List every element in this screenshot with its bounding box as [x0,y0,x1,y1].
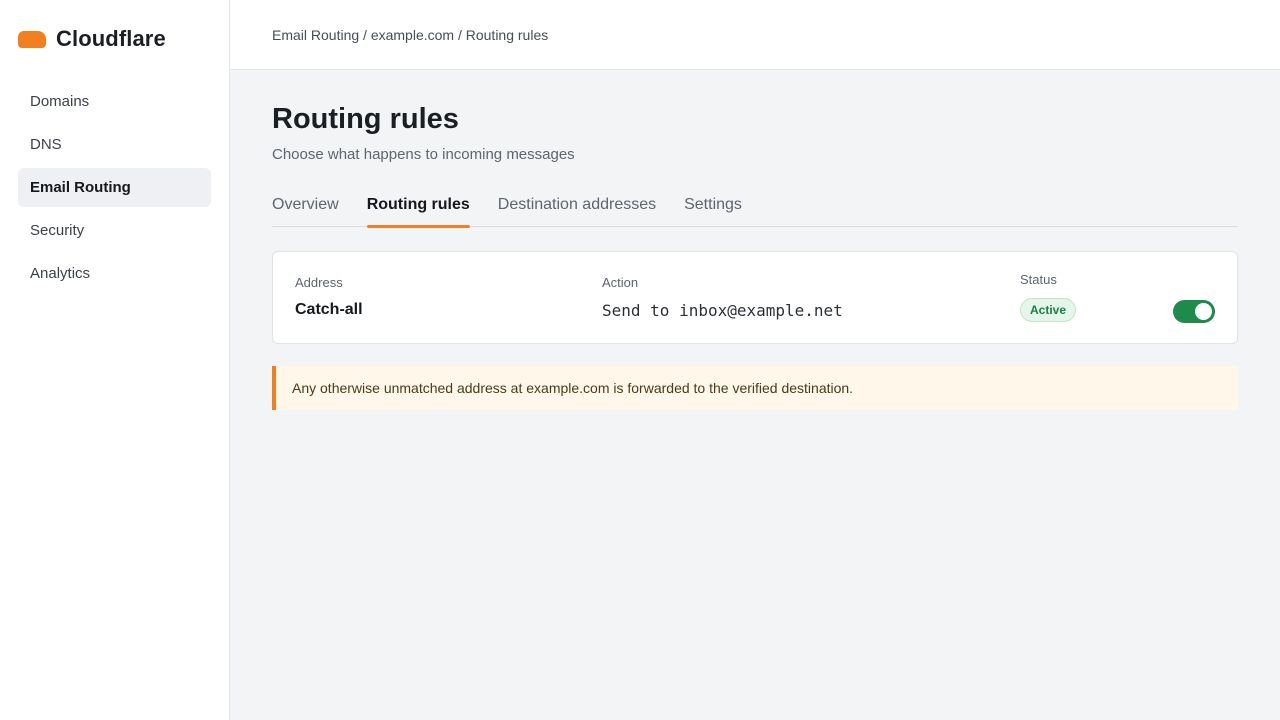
toggle-knob [1195,303,1212,320]
sidebar-item-security[interactable]: Security [18,211,211,250]
app-root: Cloudflare Domains DNS Email Routing Sec… [0,0,1280,720]
address-label: Address [295,275,343,290]
routing-rule-card: Address Catch-all Action Send to inbox@e… [272,251,1238,344]
page-content: Routing rules Choose what happens to inc… [230,70,1280,410]
notice-text: Any otherwise unmatched address at examp… [292,380,854,396]
sidebar-item-label: Email Routing [30,179,131,196]
sidebar-item-label: Domains [30,93,90,110]
sidebar: Cloudflare Domains DNS Email Routing Sec… [0,0,230,720]
tab-bar: Overview Routing rules Destination addre… [272,181,1238,228]
status-badge: Active [1020,298,1077,322]
sidebar-item-label: DNS [30,136,62,153]
info-notice: Any otherwise unmatched address at examp… [272,366,1238,410]
tab-routing-rules[interactable]: Routing rules [366,181,470,228]
cloudflare-logo-icon [18,30,46,48]
tab-settings[interactable]: Settings [684,181,742,227]
address-column: Address Catch-all [295,275,363,319]
tab-destination-addresses[interactable]: Destination addresses [498,181,656,227]
tab-overview[interactable]: Overview [272,181,339,227]
sidebar-item-email-routing[interactable]: Email Routing [18,168,211,207]
sidebar-item-dns[interactable]: DNS [18,125,211,164]
status-column: Status Active [1020,272,1077,322]
sidebar-item-analytics[interactable]: Analytics [18,254,211,293]
action-column: Action Send to inbox@example.net [602,275,843,320]
action-value: Send to inbox@example.net [602,301,843,320]
page-title: Routing rules [272,103,459,135]
main-area: Email Routing / example.com / Routing ru… [230,0,1280,720]
brand-name: Cloudflare [56,26,166,51]
action-label: Action [602,275,639,290]
sidebar-item-domains[interactable]: Domains [18,82,211,121]
breadcrumb: Email Routing / example.com / Routing ru… [272,26,549,43]
address-value: Catch-all [295,301,363,318]
status-label: Status [1020,272,1057,287]
sidebar-item-label: Security [30,222,85,239]
brand[interactable]: Cloudflare [18,0,211,78]
page-subtitle: Choose what happens to incoming messages [272,146,575,163]
rule-enabled-toggle[interactable] [1173,300,1215,323]
sidebar-item-label: Analytics [30,265,91,282]
sidebar-nav: Domains DNS Email Routing Security Analy… [18,82,211,293]
topbar: Email Routing / example.com / Routing ru… [230,0,1280,70]
